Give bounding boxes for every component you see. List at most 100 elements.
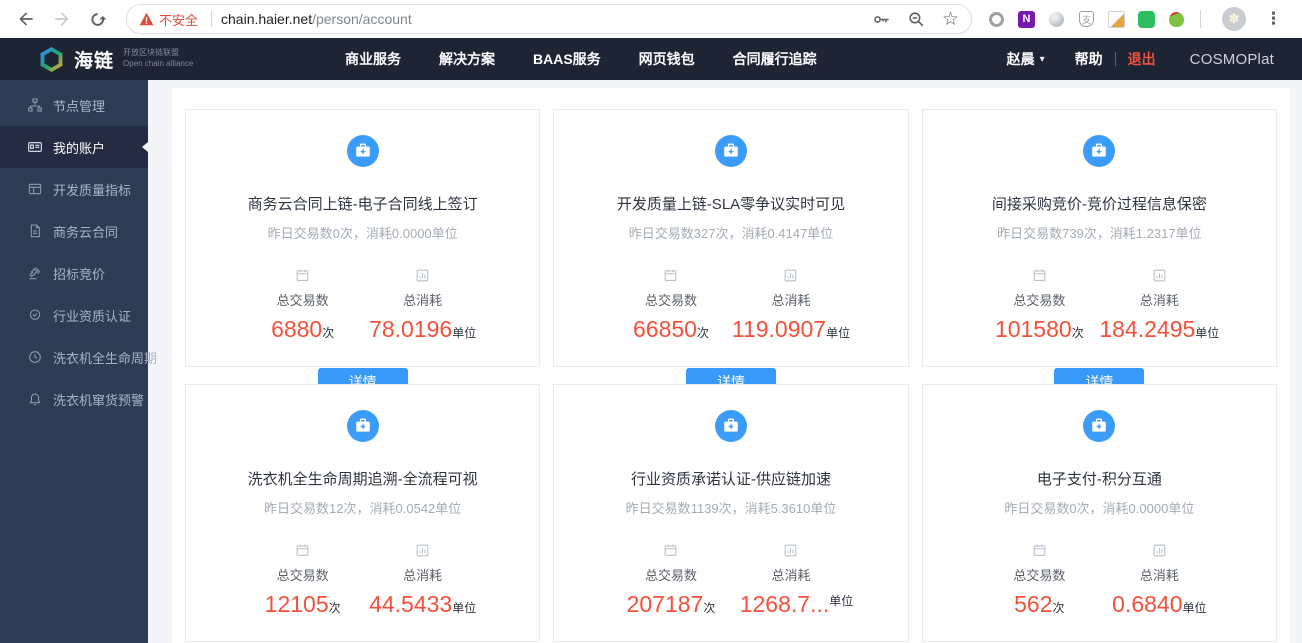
user-name: 赵晨 [1006, 51, 1035, 67]
topnav-menu-item[interactable]: 合同履行追踪 [714, 49, 836, 69]
sidebar-item[interactable]: 洗衣机全生命周期 [0, 336, 157, 378]
bookmark-star-icon[interactable]: ☆ [942, 10, 959, 29]
notes-extension-icon[interactable] [1108, 10, 1125, 28]
transactions-unit: 次 [322, 326, 335, 340]
brand-subtitle-cn: 开放区块链联盟 [123, 48, 180, 58]
page-body: 节点管理 我的账户 开发质量指标 商务云合同 招标竞价 行业资质认证 洗衣机全生… [0, 80, 1302, 643]
consumption-value: 44.5433 [369, 591, 453, 617]
sidebar-item-label: 洗衣机全生命周期 [53, 350, 158, 366]
card-yesterday-stats: 昨日交易数12次，消耗0.0542单位 [264, 501, 462, 516]
menu-item-label: 合同履行追踪 [732, 51, 817, 67]
extension-sphere-icon[interactable] [1048, 11, 1065, 28]
consumption-unit: 单位 [1195, 326, 1220, 340]
nav-divider [1114, 52, 1116, 66]
alipay-shield-icon[interactable]: 支 [1078, 11, 1095, 28]
profile-avatar[interactable]: ✽ [1222, 7, 1246, 31]
topnav-menu-item[interactable]: 解决方案 [420, 49, 514, 69]
transactions-label: 总交易数 [1013, 568, 1066, 583]
url-text[interactable]: chain.haier.net/person/account [221, 11, 856, 27]
omnibox-divider [211, 11, 213, 27]
menu-item-label: BAAS服务 [533, 51, 601, 67]
onenote-extension-icon[interactable]: N [1018, 10, 1035, 28]
sidebar-item[interactable]: 行业资质认证 [0, 294, 148, 336]
logout-link[interactable]: 退出 [1128, 49, 1156, 69]
sidebar-item-label: 行业资质认证 [53, 308, 132, 324]
sidebar-item[interactable]: 洗衣机窜货预警 [0, 378, 148, 420]
service-card: 商务云合同上链-电子合同线上签订 昨日交易数0次，消耗0.0000单位 总交易数… [185, 109, 541, 396]
parrot-extension-icon[interactable] [1168, 11, 1185, 28]
transactions-unit: 次 [696, 326, 709, 340]
password-key-icon[interactable] [872, 10, 891, 29]
calendar-icon [979, 542, 1099, 559]
card-title: 开发质量上链-SLA零争议实时可见 [616, 196, 846, 213]
sidebar-item[interactable]: 节点管理 [0, 84, 148, 126]
consumption-unit: 单位 [829, 594, 854, 608]
topnav-menu-item[interactable]: BAAS服务 [514, 49, 620, 69]
topnav-menu-item[interactable]: 商业服务 [326, 49, 420, 69]
consumption-value: 184.2495 [1099, 316, 1196, 342]
address-bar[interactable]: 不安全 chain.haier.net/person/account ☆ [126, 4, 972, 34]
transactions-stat: 总交易数 12105次 [243, 542, 363, 618]
briefcase-icon [346, 135, 379, 167]
transactions-unit: 次 [703, 601, 716, 615]
transactions-unit: 次 [1071, 326, 1084, 340]
help-link[interactable]: 帮助 [1075, 49, 1103, 69]
sidebar-item-label: 洗衣机窜货预警 [53, 392, 145, 408]
menu-item-label: 商业服务 [345, 51, 401, 67]
evernote-extension-icon[interactable] [1138, 10, 1155, 28]
consumption-unit: 单位 [452, 326, 477, 340]
sidebar-item[interactable]: 招标竞价 [0, 252, 148, 294]
platform-label: COSMOPlat [1189, 50, 1274, 68]
bar-chart-icon [731, 267, 851, 284]
transactions-value: 207187 [626, 591, 704, 617]
consumption-value: 78.0196 [369, 316, 453, 342]
consumption-stat: 总消耗 44.5433单位 [363, 542, 483, 618]
zoom-out-icon[interactable] [907, 10, 926, 29]
briefcase-icon [714, 135, 747, 167]
sidebar-item[interactable]: 商务云合同 [0, 210, 148, 252]
topnav-right: 赵晨 ▾ 帮助 退出 COSMOPlat [1007, 49, 1274, 69]
transactions-stat: 总交易数 66850次 [611, 267, 731, 343]
transactions-label: 总交易数 [276, 568, 329, 583]
user-menu[interactable]: 赵晨 ▾ [1007, 49, 1045, 69]
brand[interactable]: 海链 开放区块链联盟 Open chain alliance [38, 46, 238, 73]
extension-ring-icon[interactable] [988, 11, 1005, 28]
topnav-menu-item[interactable]: 网页钱包 [620, 49, 714, 69]
chevron-down-icon: ▾ [1039, 53, 1045, 65]
consumption-stat: 总消耗 184.2495单位 [1099, 267, 1219, 343]
security-warning-label[interactable]: 不安全 [159, 10, 198, 29]
transactions-label: 总交易数 [1013, 293, 1066, 308]
browser-back-button[interactable] [12, 5, 40, 33]
extensions-row: N 支 ✽ ⋮ [988, 7, 1288, 31]
contract-doc-icon [27, 223, 43, 239]
bar-chart-icon [363, 542, 483, 559]
browser-reload-button[interactable] [84, 5, 112, 33]
transactions-value: 12105 [264, 591, 329, 617]
content-area: 商务云合同上链-电子合同线上签订 昨日交易数0次，消耗0.0000单位 总交易数… [148, 80, 1302, 643]
cards-grid: 商务云合同上链-电子合同线上签订 昨日交易数0次，消耗0.0000单位 总交易数… [185, 109, 1277, 642]
sidebar-item[interactable]: 开发质量指标 [0, 168, 148, 210]
active-item-arrow [142, 142, 148, 152]
card-yesterday-stats: 昨日交易数0次，消耗0.0000单位 [1004, 501, 1195, 516]
transactions-stat: 总交易数 207187次 [611, 542, 731, 618]
brand-subtitle: 开放区块链联盟 Open chain alliance [123, 48, 193, 70]
card-title: 商务云合同上链-电子合同线上签订 [247, 196, 478, 213]
browser-menu-icon[interactable]: ⋮ [1259, 9, 1288, 29]
calendar-icon [243, 542, 363, 559]
card-yesterday-stats: 昨日交易数0次，消耗0.0000单位 [267, 226, 458, 241]
card-stats: 总交易数 12105次 总消耗 44.5433单位 [243, 542, 483, 618]
sidebar-item-label: 商务云合同 [53, 224, 119, 240]
brand-subtitle-en: Open chain alliance [123, 59, 194, 68]
browser-forward-button[interactable] [48, 5, 76, 33]
transactions-value: 6880 [271, 316, 323, 342]
sidebar-item-label: 招标竞价 [53, 266, 106, 282]
sidebar-menu: 节点管理 我的账户 开发质量指标 商务云合同 招标竞价 行业资质认证 洗衣机全生… [0, 80, 157, 643]
consumption-label: 总消耗 [403, 568, 443, 583]
consumption-stat: 总消耗 78.0196单位 [363, 267, 483, 343]
transactions-label: 总交易数 [644, 568, 697, 583]
transactions-value: 66850 [632, 316, 697, 342]
sidebar-item[interactable]: 我的账户 [0, 126, 148, 168]
card-stats: 总交易数 562次 总消耗 0.6840单位 [979, 542, 1219, 618]
url-path: /person/account [312, 11, 412, 27]
menu-item-label: 网页钱包 [638, 51, 695, 67]
